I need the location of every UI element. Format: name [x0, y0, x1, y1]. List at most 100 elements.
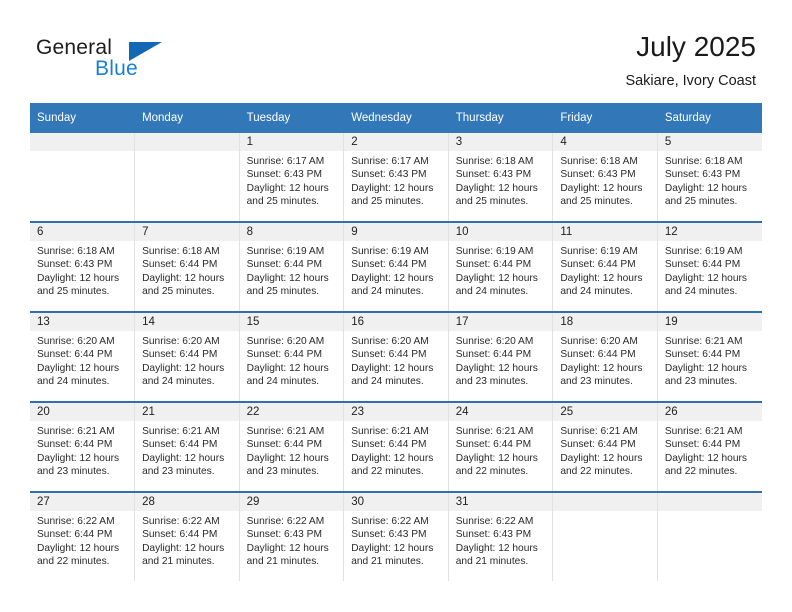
calendar-day-cell[interactable]: 10 Sunrise: 6:19 AM Sunset: 6:44 PM Dayligh… — [448, 221, 554, 312]
calendar-day-cell[interactable]: 23 Sunrise: 6:21 AM Sunset: 6:44 PM Dayligh… — [343, 401, 449, 492]
sunset-text: Sunset: 6:44 PM — [246, 259, 322, 271]
day-number: 20 — [30, 403, 135, 421]
sunrise-text: Sunrise: 6:22 AM — [455, 516, 534, 527]
calendar-day-cell[interactable]: 18 Sunrise: 6:20 AM Sunset: 6:44 PM Dayligh… — [552, 311, 658, 402]
daylight-text-line2: and 25 minutes. — [351, 196, 424, 208]
calendar-day-cell[interactable]: 16 Sunrise: 6:20 AM Sunset: 6:44 PM Dayligh… — [343, 311, 449, 402]
day-details: Sunrise: 6:21 AM Sunset: 6:44 PM Daylight:… — [658, 331, 762, 389]
weekday-header-saturday: Saturday — [657, 103, 762, 133]
day-details: Sunrise: 6:19 AM Sunset: 6:44 PM Daylight:… — [240, 241, 344, 299]
day-details: Sunrise: 6:22 AM Sunset: 6:43 PM Daylight:… — [344, 511, 448, 569]
day-cell-inner: 13 Sunrise: 6:20 AM Sunset: 6:44 PM Dayligh… — [30, 313, 135, 401]
day-cell-inner: 25 Sunrise: 6:21 AM Sunset: 6:44 PM Dayligh… — [553, 403, 657, 491]
day-details: Sunrise: 6:21 AM Sunset: 6:44 PM Daylight:… — [30, 421, 134, 479]
calendar-day-cell[interactable]: 19 Sunrise: 6:21 AM Sunset: 6:44 PM Dayligh… — [657, 311, 762, 402]
day-number: 26 — [657, 403, 762, 421]
daylight-text-line2: and 25 minutes. — [37, 286, 110, 298]
calendar-day-cell[interactable]: 22 Sunrise: 6:21 AM Sunset: 6:44 PM Dayligh… — [239, 401, 345, 492]
calendar-day-cell[interactable]: 20 Sunrise: 6:21 AM Sunset: 6:44 PM Dayligh… — [30, 401, 136, 492]
daylight-text-line2: and 25 minutes. — [246, 196, 320, 208]
daylight-text-line1: Daylight: 12 hours — [246, 452, 329, 464]
day-cell-inner: 31 Sunrise: 6:22 AM Sunset: 6:43 PM Dayligh… — [448, 493, 553, 581]
calendar-day-cell[interactable]: 11 Sunrise: 6:19 AM Sunset: 6:44 PM Dayligh… — [552, 221, 658, 312]
sunset-text: Sunset: 6:43 PM — [246, 529, 322, 541]
calendar-day-cell[interactable]: 30 Sunrise: 6:22 AM Sunset: 6:43 PM Dayligh… — [343, 491, 449, 581]
daylight-text-line2: and 23 minutes. — [560, 376, 633, 388]
calendar-day-cell[interactable]: 3 Sunrise: 6:18 AM Sunset: 6:43 PM Daylight… — [448, 133, 554, 222]
day-cell-inner: 24 Sunrise: 6:21 AM Sunset: 6:44 PM Dayligh… — [448, 403, 553, 491]
calendar-day-cell[interactable]: 26 Sunrise: 6:21 AM Sunset: 6:44 PM Dayligh… — [657, 401, 762, 492]
day-cell-inner: 5 Sunrise: 6:18 AM Sunset: 6:43 PM Daylight… — [657, 133, 762, 221]
daylight-text-line2: and 24 minutes. — [560, 286, 633, 298]
day-cell-inner: 29 Sunrise: 6:22 AM Sunset: 6:43 PM Dayligh… — [239, 493, 344, 581]
calendar-day-cell[interactable]: 15 Sunrise: 6:20 AM Sunset: 6:44 PM Dayligh… — [239, 311, 345, 402]
day-cell-inner: 28 Sunrise: 6:22 AM Sunset: 6:44 PM Dayligh… — [135, 493, 239, 581]
daylight-text-line2: and 25 minutes. — [455, 196, 529, 208]
sunrise-text: Sunrise: 6:21 AM — [246, 426, 325, 437]
daylight-text-line1: Daylight: 12 hours — [351, 362, 434, 374]
day-details: Sunrise: 6:20 AM Sunset: 6:44 PM Daylight:… — [344, 331, 448, 389]
daylight-text-line1: Daylight: 12 hours — [664, 182, 747, 194]
daylight-text-line2: and 23 minutes. — [664, 376, 738, 388]
calendar-day-cell[interactable]: 13 Sunrise: 6:20 AM Sunset: 6:44 PM Dayligh… — [30, 311, 136, 402]
day-number: 10 — [448, 223, 553, 241]
calendar-day-cell[interactable]: 21 Sunrise: 6:21 AM Sunset: 6:44 PM Dayligh… — [134, 401, 240, 492]
calendar-body: 1 Sunrise: 6:17 AM Sunset: 6:43 PM Daylight… — [30, 133, 762, 581]
calendar-day-cell[interactable]: 31 Sunrise: 6:22 AM Sunset: 6:43 PM Dayligh… — [448, 491, 554, 581]
general-blue-logo[interactable]: General Blue — [36, 36, 276, 84]
calendar-day-cell[interactable]: 9 Sunrise: 6:19 AM Sunset: 6:44 PM Daylight… — [343, 221, 449, 312]
day-cell-inner: 3 Sunrise: 6:18 AM Sunset: 6:43 PM Daylight… — [448, 133, 553, 221]
calendar-day-cell[interactable]: 27 Sunrise: 6:22 AM Sunset: 6:44 PM Dayligh… — [30, 491, 136, 581]
day-number: 28 — [135, 493, 239, 511]
calendar-day-cell[interactable]: 4 Sunrise: 6:18 AM Sunset: 6:43 PM Daylight… — [552, 133, 658, 222]
sunrise-text: Sunrise: 6:22 AM — [37, 516, 115, 527]
calendar-day-cell[interactable]: 12 Sunrise: 6:19 AM Sunset: 6:44 PM Dayligh… — [657, 221, 762, 312]
calendar-day-cell[interactable]: 5 Sunrise: 6:18 AM Sunset: 6:43 PM Daylight… — [657, 133, 762, 222]
daylight-text-line1: Daylight: 12 hours — [455, 452, 538, 464]
day-number — [553, 493, 657, 511]
sunrise-text: Sunrise: 6:19 AM — [560, 246, 638, 257]
day-cell-inner: 22 Sunrise: 6:21 AM Sunset: 6:44 PM Dayligh… — [239, 403, 344, 491]
calendar-day-cell[interactable]: 29 Sunrise: 6:22 AM Sunset: 6:43 PM Dayligh… — [239, 491, 345, 581]
sunrise-text: Sunrise: 6:22 AM — [142, 516, 220, 527]
sunset-text: Sunset: 6:43 PM — [455, 169, 532, 181]
daylight-text-line2: and 21 minutes. — [455, 556, 529, 568]
calendar-day-cell[interactable]: 28 Sunrise: 6:22 AM Sunset: 6:44 PM Dayligh… — [134, 491, 240, 581]
day-cell-inner: 21 Sunrise: 6:21 AM Sunset: 6:44 PM Dayligh… — [135, 403, 239, 491]
day-details: Sunrise: 6:17 AM Sunset: 6:43 PM Daylight:… — [344, 151, 448, 209]
day-details: Sunrise: 6:19 AM Sunset: 6:44 PM Daylight:… — [449, 241, 553, 299]
day-cell-inner: 1 Sunrise: 6:17 AM Sunset: 6:43 PM Daylight… — [239, 133, 344, 221]
sunset-text: Sunset: 6:44 PM — [664, 259, 741, 271]
day-details: Sunrise: 6:22 AM Sunset: 6:43 PM Daylight:… — [449, 511, 553, 569]
calendar-day-cell[interactable]: 25 Sunrise: 6:21 AM Sunset: 6:44 PM Dayligh… — [552, 401, 658, 492]
day-cell-inner: 18 Sunrise: 6:20 AM Sunset: 6:44 PM Dayligh… — [553, 313, 657, 401]
daylight-text-line2: and 22 minutes. — [455, 466, 529, 478]
sunset-text: Sunset: 6:44 PM — [37, 529, 113, 541]
sunrise-text: Sunrise: 6:19 AM — [351, 246, 429, 257]
day-number: 17 — [448, 313, 553, 331]
sunrise-text: Sunrise: 6:21 AM — [664, 336, 743, 347]
sunset-text: Sunset: 6:44 PM — [37, 349, 113, 361]
day-number: 3 — [448, 133, 553, 151]
calendar-header-row-group: Sunday Monday Tuesday Wednesday Thursday… — [30, 103, 762, 133]
calendar-day-cell[interactable]: 14 Sunrise: 6:20 AM Sunset: 6:44 PM Dayligh… — [134, 311, 240, 402]
day-details: Sunrise: 6:18 AM Sunset: 6:43 PM Daylight:… — [658, 151, 762, 209]
sunset-text: Sunset: 6:44 PM — [560, 259, 636, 271]
calendar-day-cell[interactable]: 2 Sunrise: 6:17 AM Sunset: 6:43 PM Daylight… — [343, 133, 449, 222]
calendar-day-cell[interactable]: 8 Sunrise: 6:19 AM Sunset: 6:44 PM Daylight… — [239, 221, 345, 312]
sunrise-text: Sunrise: 6:20 AM — [351, 336, 429, 347]
sunset-text: Sunset: 6:43 PM — [37, 259, 113, 271]
sunrise-text: Sunrise: 6:21 AM — [560, 426, 638, 437]
day-number — [657, 493, 762, 511]
sunset-text: Sunset: 6:44 PM — [455, 439, 532, 451]
daylight-text-line1: Daylight: 12 hours — [142, 452, 225, 464]
calendar-day-cell[interactable]: 1 Sunrise: 6:17 AM Sunset: 6:43 PM Daylight… — [239, 133, 345, 222]
sunrise-text: Sunrise: 6:18 AM — [560, 156, 638, 167]
calendar-day-cell[interactable]: 7 Sunrise: 6:18 AM Sunset: 6:44 PM Daylight… — [134, 221, 240, 312]
day-number: 11 — [553, 223, 657, 241]
calendar-day-cell[interactable]: 17 Sunrise: 6:20 AM Sunset: 6:44 PM Dayligh… — [448, 311, 554, 402]
calendar-day-cell[interactable]: 24 Sunrise: 6:21 AM Sunset: 6:44 PM Dayligh… — [448, 401, 554, 492]
day-details: Sunrise: 6:21 AM Sunset: 6:44 PM Daylight:… — [553, 421, 657, 479]
day-details: Sunrise: 6:18 AM Sunset: 6:43 PM Daylight:… — [449, 151, 553, 209]
calendar-day-cell[interactable]: 6 Sunrise: 6:18 AM Sunset: 6:43 PM Daylight… — [30, 221, 136, 312]
